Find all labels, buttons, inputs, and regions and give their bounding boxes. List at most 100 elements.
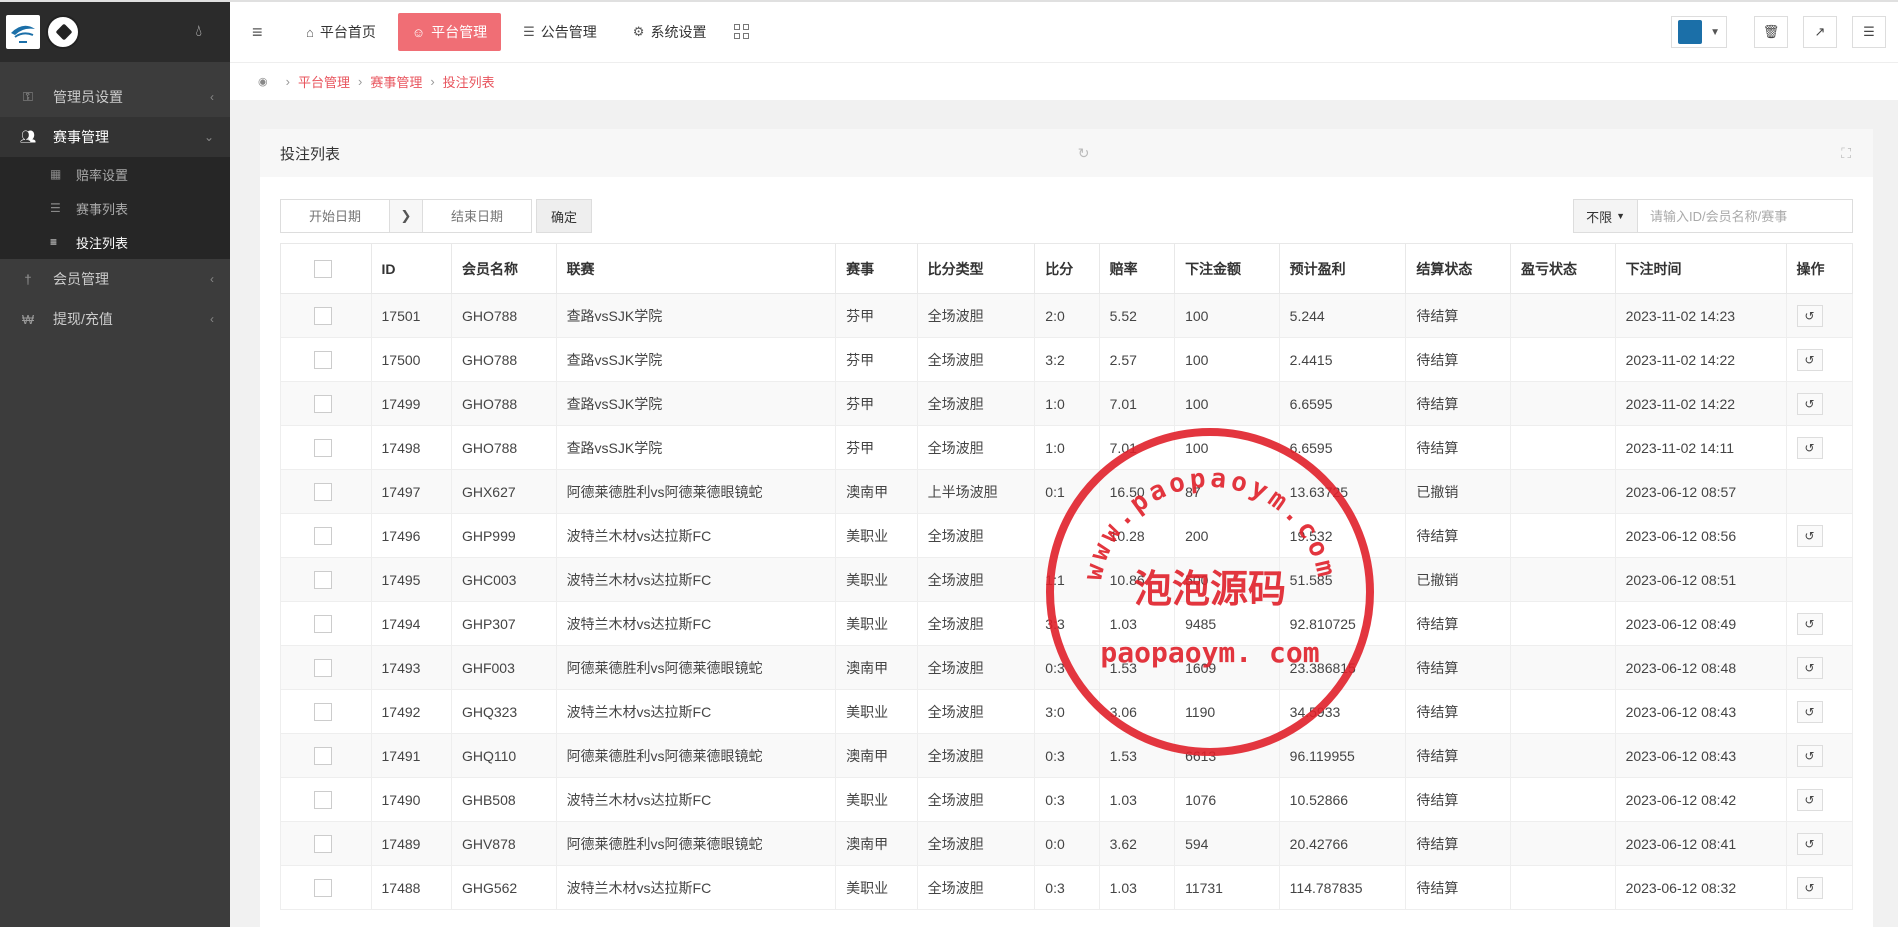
table-cell: 19.532 <box>1278 513 1407 558</box>
row-checkbox[interactable] <box>314 834 332 853</box>
table-row[interactable]: 17493 GHF003 阿德莱德胜利vs阿德莱德眼镜蛇 澳南甲 全场波胆 0:3 1.53… <box>280 645 1854 690</box>
table-row[interactable]: 17490 GHB508 波特兰木材vs达拉斯FC 美职业 全场波胆 0:3 1.03 107… <box>280 777 1854 822</box>
column-header[interactable]: 下注金额 <box>1174 243 1280 294</box>
sidebar-item-withdraw-recharge[interactable]: ₩ 提现/充值 ‹ <box>0 299 230 339</box>
clear-cache-button[interactable]: 🗑︎ <box>1754 16 1788 48</box>
column-header[interactable]: 赔率 <box>1098 243 1176 294</box>
sidebar-sub-bet-list[interactable]: ≡ 投注列表 <box>0 225 230 259</box>
fullscreen-icon[interactable]: ⛶ <box>1841 145 1851 162</box>
column-header[interactable]: 比分类型 <box>916 243 1036 294</box>
table-row[interactable]: 17495 GHC003 波特兰木材vs达拉斯FC 美职业 全场波胆 1:1 10.86 50… <box>280 557 1854 602</box>
row-checkbox[interactable] <box>314 394 332 413</box>
column-header[interactable]: 会员名称 <box>450 243 557 294</box>
table-row[interactable]: 17492 GHQ323 波特兰木材vs达拉斯FC 美职业 全场波胆 3:0 3.06 119… <box>280 689 1854 734</box>
tab-system-settings[interactable]: ⚙ 系统设置 <box>619 13 721 51</box>
undo-icon[interactable]: ↺ <box>1796 788 1823 811</box>
table-row[interactable]: 17491 GHQ110 阿德莱德胜利vs阿德莱德眼镜蛇 澳南甲 全场波胆 0:3 1.53… <box>280 733 1854 778</box>
undo-icon[interactable]: ↺ <box>1796 656 1823 679</box>
row-checkbox[interactable] <box>314 570 332 589</box>
row-checkbox[interactable] <box>314 438 332 457</box>
table-row[interactable]: 17500 GHO788 查路vsSJK学院 芬甲 全场波胆 3:2 2.57 100 2.44… <box>280 337 1854 382</box>
undo-icon[interactable]: ↺ <box>1796 612 1823 635</box>
row-checkbox[interactable] <box>314 790 332 809</box>
start-date-input[interactable] <box>280 199 390 233</box>
table-row[interactable]: 17496 GHP999 波特兰木材vs达拉斯FC 美职业 全场波胆 10.28 200 19… <box>280 513 1854 558</box>
column-header[interactable]: 盈亏状态 <box>1509 243 1616 294</box>
sidebar-item-member-management[interactable]: † 会员管理 ‹ <box>0 259 230 299</box>
confirm-button[interactable]: 确定 <box>536 199 593 233</box>
select-all-checkbox[interactable] <box>314 259 332 278</box>
undo-icon[interactable]: ↺ <box>1796 876 1823 899</box>
row-checkbox[interactable] <box>314 526 332 545</box>
undo-icon[interactable]: ↺ <box>1796 700 1823 723</box>
settings-panel-button[interactable]: ☰ <box>1852 16 1886 48</box>
tab-platform-home[interactable]: ⌂ 平台首页 <box>292 13 390 51</box>
filter-select[interactable]: 不限 ▼ <box>1573 199 1638 233</box>
row-checkbox[interactable] <box>314 306 332 325</box>
undo-icon[interactable]: ↺ <box>1796 436 1823 459</box>
table-cell: 17491 <box>370 733 452 778</box>
table-row[interactable]: 17494 GHP307 波特兰木材vs达拉斯FC 美职业 全场波胆 3:3 1.03 948… <box>280 601 1854 646</box>
external-link-button[interactable]: ↗ <box>1803 16 1837 48</box>
table-row[interactable]: 17501 GHO788 查路vsSJK学院 芬甲 全场波胆 2:0 5.52 100 5.24… <box>280 293 1854 338</box>
row-checkbox[interactable] <box>314 658 332 677</box>
menu-toggle-icon[interactable]: ≡ <box>252 22 284 43</box>
breadcrumb-bet-list[interactable]: 投注列表 <box>443 72 495 91</box>
table-row[interactable]: 17497 GHX627 阿德莱德胜利vs阿德莱德眼镜蛇 澳南甲 上半场波胆 0:1 16.… <box>280 469 1854 514</box>
sidebar-sub-event-list[interactable]: ☰ 赛事列表 <box>0 191 230 225</box>
column-header[interactable]: 联赛 <box>555 243 837 294</box>
table-cell: 5.52 <box>1098 293 1176 338</box>
row-checkbox[interactable] <box>314 702 332 721</box>
breadcrumb-platform-management[interactable]: 平台管理 <box>298 72 350 91</box>
table-cell: 0:0 <box>1034 821 1100 866</box>
row-checkbox[interactable] <box>314 350 332 369</box>
row-checkbox[interactable] <box>314 878 332 897</box>
sub-item-label: 赛事列表 <box>76 201 129 217</box>
undo-icon[interactable]: ↺ <box>1796 524 1823 547</box>
undo-icon[interactable]: ↺ <box>1796 744 1823 767</box>
table-row[interactable]: 17499 GHO788 查路vsSJK学院 芬甲 全场波胆 1:0 7.01 100 6.65… <box>280 381 1854 426</box>
table-cell: 待结算 <box>1405 601 1511 646</box>
sidebar-sub-odds-settings[interactable]: ▦ 赔率设置 <box>0 157 230 191</box>
column-header[interactable]: 赛事 <box>835 243 918 294</box>
table-cell: 阿德莱德胜利vs阿德莱德眼镜蛇 <box>555 821 837 866</box>
submenu-event-management: ▦ 赔率设置 ☰ 赛事列表 ≡ 投注列表 <box>0 157 230 259</box>
undo-icon[interactable]: ↺ <box>1796 348 1823 371</box>
table-row[interactable]: 17489 GHV878 阿德莱德胜利vs阿德莱德眼镜蛇 澳南甲 全场波胆 0:0 3.62… <box>280 821 1854 866</box>
row-checkbox[interactable] <box>314 614 332 633</box>
table-cell: GHP307 <box>450 601 557 646</box>
row-checkbox[interactable] <box>314 482 332 501</box>
table-cell <box>1509 821 1616 866</box>
row-action-cell <box>1785 469 1854 514</box>
search-input[interactable] <box>1638 199 1853 233</box>
tab-announcement-management[interactable]: ☰ 公告管理 <box>509 13 611 51</box>
user-menu-button[interactable]: ▼ <box>1671 16 1727 48</box>
column-header[interactable]: 结算状态 <box>1405 243 1511 294</box>
tab-platform-management[interactable]: ☺ 平台管理 <box>397 13 502 51</box>
droplet-icon[interactable]: 💧︎ <box>196 23 202 41</box>
table-row[interactable]: 17498 GHO788 查路vsSJK学院 芬甲 全场波胆 1:0 7.01 100 6.65… <box>280 425 1854 470</box>
breadcrumb-event-management[interactable]: 赛事管理 <box>370 72 422 91</box>
column-header[interactable]: 预计盈利 <box>1278 243 1407 294</box>
table-cell: 1.03 <box>1098 601 1176 646</box>
column-header[interactable]: 比分 <box>1034 243 1100 294</box>
table-cell: 17488 <box>370 865 452 910</box>
refresh-icon[interactable]: ↻ <box>1078 145 1090 162</box>
column-header[interactable]: ID <box>370 243 452 294</box>
column-header[interactable]: 下注时间 <box>1614 243 1787 294</box>
table-cell: 波特兰木材vs达拉斯FC <box>555 557 837 602</box>
table-row[interactable]: 17488 GHG562 波特兰木材vs达拉斯FC 美职业 全场波胆 0:3 1.03 117… <box>280 865 1854 910</box>
table-header-row: ID 会员名称 联赛 赛事 比分类型 比分 赔率 下注金额 预计盈利 结算状态 … <box>280 243 1854 294</box>
sidebar-item-event-management[interactable]: 👥︎ 赛事管理 ⌄ <box>0 117 230 157</box>
apps-grid-icon[interactable] <box>734 24 750 40</box>
sidebar-item-admin-settings[interactable]: ⚿ 管理员设置 ‹ <box>0 77 230 117</box>
undo-icon[interactable]: ↺ <box>1796 392 1823 415</box>
table-cell: 美职业 <box>835 865 918 910</box>
undo-icon[interactable]: ↺ <box>1796 304 1823 327</box>
table-cell: GHQ110 <box>450 733 557 778</box>
table-cell: 2.4415 <box>1278 337 1407 382</box>
undo-icon[interactable]: ↺ <box>1796 832 1823 855</box>
table-cell: 500 <box>1174 557 1280 602</box>
end-date-input[interactable] <box>422 199 532 233</box>
row-checkbox[interactable] <box>314 746 332 765</box>
